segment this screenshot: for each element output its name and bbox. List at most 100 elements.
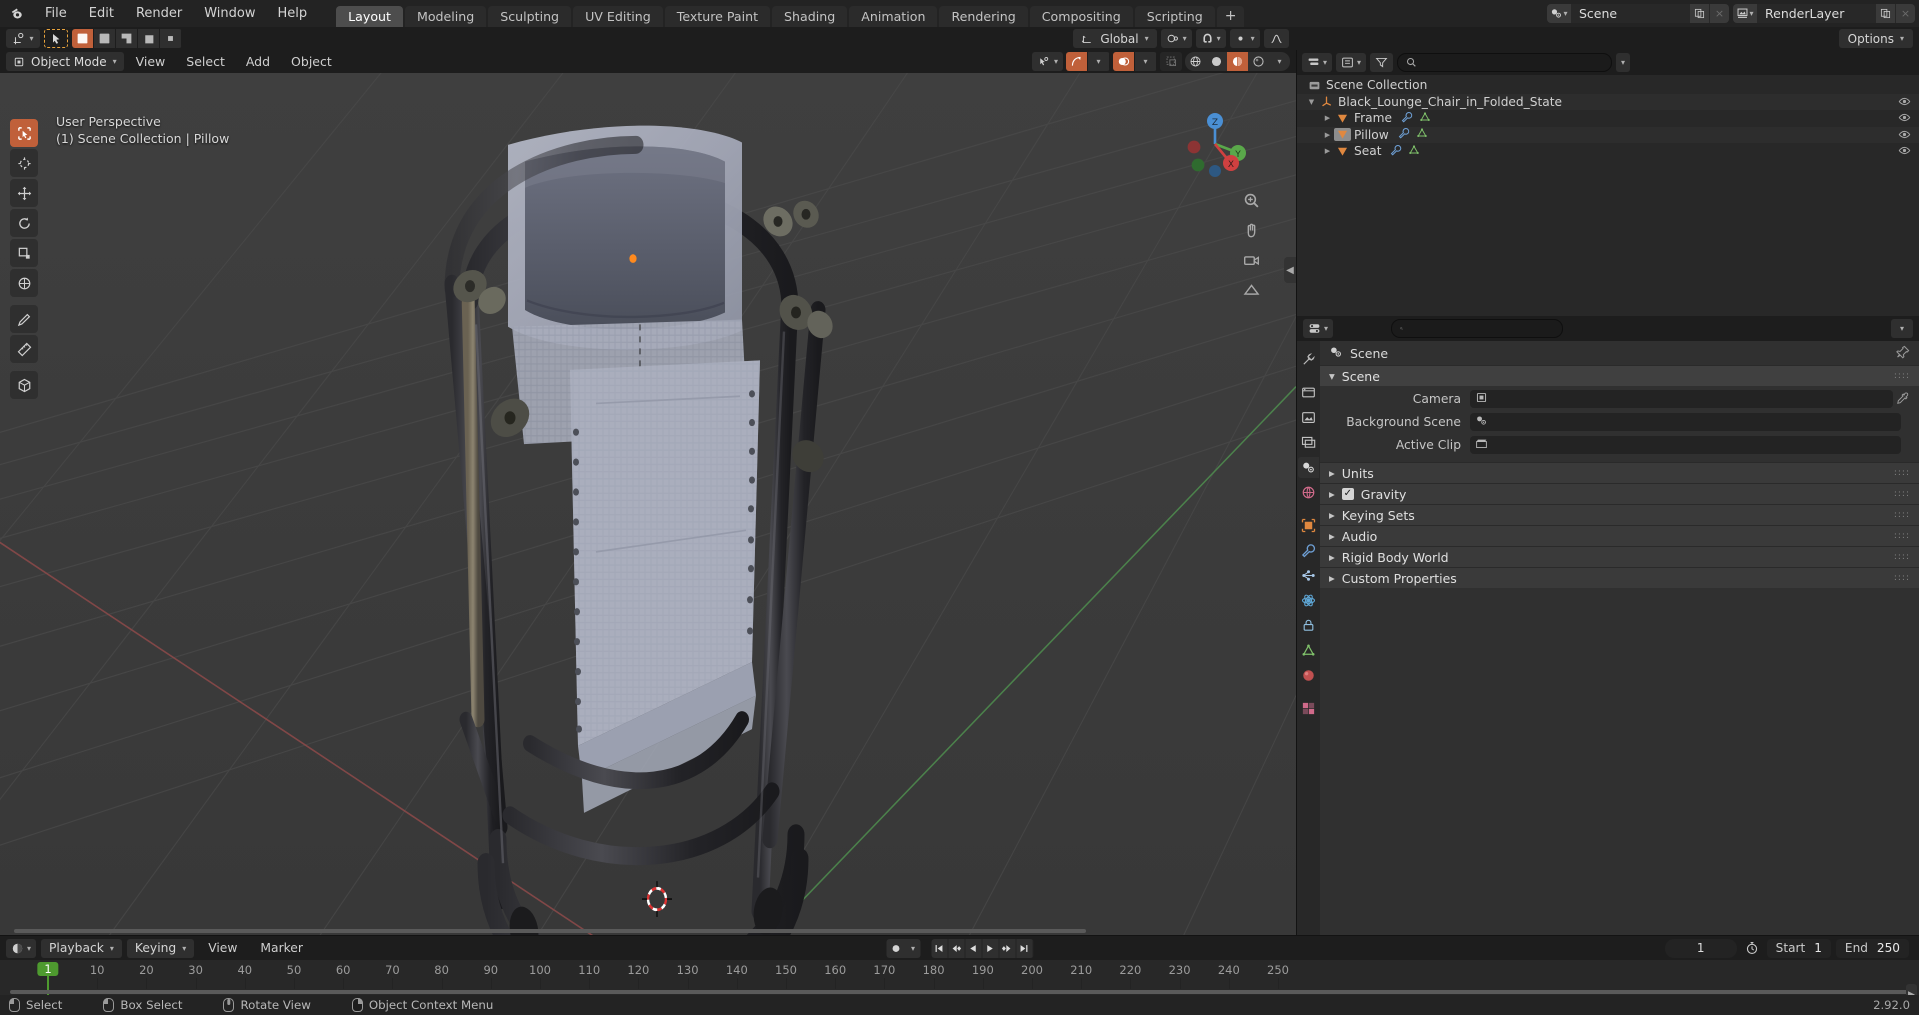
viewport-menu-object[interactable]: Object (282, 52, 341, 71)
jump-start-icon[interactable] (931, 938, 948, 958)
shading-rendered-icon[interactable] (1248, 52, 1269, 71)
tab-scene-icon[interactable] (1298, 457, 1319, 478)
tab-layout[interactable]: Layout (336, 6, 403, 27)
jump-end-icon[interactable] (1016, 938, 1033, 958)
rigid-body-world-panel-header[interactable]: ▶ Rigid Body World :::: (1320, 546, 1919, 567)
move-tool-icon[interactable] (10, 179, 38, 207)
viewlayer-name[interactable]: RenderLayer (1757, 4, 1875, 23)
shading-dropdown[interactable]: ▾ (1269, 52, 1290, 71)
tab-compositing[interactable]: Compositing (1029, 6, 1133, 27)
units-panel-header[interactable]: ▶ Units :::: (1320, 462, 1919, 483)
background-scene-input[interactable] (1470, 412, 1901, 431)
hand-pan-icon[interactable] (1240, 219, 1262, 241)
tab-rendering[interactable]: Rendering (939, 6, 1028, 27)
select-new-icon[interactable] (72, 29, 94, 48)
mesh-data-icon[interactable] (1416, 127, 1428, 142)
shading-solid-icon[interactable] (1206, 52, 1227, 71)
3d-viewport[interactable]: User Perspective (1) Scene Collection | … (0, 73, 1296, 935)
tab-physics-icon[interactable] (1298, 590, 1319, 611)
select-box-tool-icon[interactable] (10, 119, 38, 147)
tab-tool-icon[interactable] (1298, 349, 1319, 370)
expand-seat-toggle[interactable]: ▶ (1321, 147, 1334, 155)
outliner-filter-button[interactable] (1370, 53, 1394, 72)
tab-sculpting[interactable]: Sculpting (488, 6, 572, 27)
play-reverse-icon[interactable] (965, 938, 982, 958)
outliner-row-seat[interactable]: ▶ Seat (1297, 143, 1919, 160)
rotate-tool-icon[interactable] (10, 209, 38, 237)
play-icon[interactable] (982, 938, 999, 958)
proportional-editing-icon[interactable] (1263, 29, 1289, 48)
hide-seat-icon[interactable] (1898, 144, 1911, 160)
start-value[interactable]: 1 (1814, 941, 1822, 955)
tab-uv-editing[interactable]: UV Editing (573, 6, 663, 27)
xray-icon[interactable] (1160, 52, 1182, 71)
auto-keying-dropdown[interactable]: ▾ (906, 938, 920, 958)
navigation-gizmo[interactable]: Z Y X (1182, 111, 1248, 177)
menu-window[interactable]: Window (193, 0, 266, 27)
viewport-options-dropdown[interactable]: Options ▾ (1838, 29, 1913, 48)
menu-render[interactable]: Render (125, 0, 193, 27)
hide-frame-icon[interactable] (1898, 111, 1911, 127)
tab-animation[interactable]: Animation (849, 6, 938, 27)
expand-pillow-toggle[interactable]: ▶ (1321, 131, 1334, 139)
next-keyframe-icon[interactable] (999, 938, 1016, 958)
outliner-row-scene-collection[interactable]: Scene Collection (1297, 77, 1919, 94)
prev-keyframe-icon[interactable] (948, 938, 965, 958)
viewport-sidebar-toggle[interactable]: ◀ (1284, 257, 1296, 283)
gizmo-icon[interactable] (1066, 52, 1088, 71)
blender-logo-icon[interactable] (0, 0, 34, 27)
tab-material-icon[interactable] (1298, 665, 1319, 686)
shading-material-preview-icon[interactable] (1227, 52, 1248, 71)
modifier-wrench-icon[interactable] (1401, 111, 1413, 126)
properties-options-dropdown[interactable]: ▾ (1891, 319, 1913, 338)
properties-editor-type-button[interactable]: ▾ (1303, 319, 1334, 338)
frame-range-field[interactable]: Start 1 (1766, 938, 1831, 958)
snap-magnet-icon[interactable]: ▾ (1195, 29, 1226, 48)
outliner-row-chair[interactable]: ▼ Black_Lounge_Chair_in_Folded_State (1297, 93, 1919, 110)
tab-world-icon[interactable] (1298, 482, 1319, 503)
object-visibility-icon[interactable]: ▾ (1031, 52, 1063, 71)
select-invert-icon[interactable] (138, 29, 160, 48)
outliner-editor-type-button[interactable]: ▾ (1302, 53, 1333, 72)
current-frame-field[interactable]: 1 (1664, 938, 1737, 958)
tab-texture-icon[interactable] (1298, 698, 1319, 719)
keying-dropdown[interactable]: Keying ▾ (126, 938, 195, 958)
scale-tool-icon[interactable] (10, 239, 38, 267)
tab-scripting[interactable]: Scripting (1134, 6, 1215, 27)
active-clip-input[interactable] (1470, 435, 1901, 454)
camera-field-input[interactable] (1470, 389, 1893, 408)
overlays-dropdown[interactable]: ▾ (1135, 52, 1157, 71)
outliner-search-field[interactable] (1422, 55, 1604, 70)
timeline-menu-view[interactable]: View (199, 939, 246, 958)
annotate-tool-icon[interactable] (10, 305, 38, 333)
scene-panel-header[interactable]: ▼ Scene :::: (1320, 365, 1919, 386)
viewport-menu-add[interactable]: Add (237, 52, 279, 71)
expand-chair-toggle[interactable]: ▼ (1305, 98, 1318, 106)
keying-sets-panel-header[interactable]: ▶ Keying Sets :::: (1320, 504, 1919, 525)
viewlayer-datablock[interactable]: ▾ RenderLayer × (1733, 4, 1915, 23)
menu-file[interactable]: File (34, 0, 78, 27)
tab-object-icon[interactable] (1298, 515, 1319, 536)
properties-search-field[interactable] (1408, 321, 1555, 336)
perspective-toggle-icon[interactable] (1240, 279, 1262, 301)
outliner-row-pillow[interactable]: ▶ Pillow (1297, 126, 1919, 143)
viewport-horizontal-scrollbar[interactable] (14, 929, 1086, 933)
unlink-scene-button[interactable]: × (1710, 4, 1729, 23)
mesh-data-icon[interactable] (1408, 144, 1420, 159)
camera-icon[interactable] (1240, 249, 1262, 271)
tab-particles-icon[interactable] (1298, 565, 1319, 586)
end-value[interactable]: 250 (1877, 941, 1900, 955)
overlays-icon[interactable] (1113, 52, 1135, 71)
tab-constraints-icon[interactable] (1298, 615, 1319, 636)
timeline-scrollbar[interactable] (10, 990, 1909, 994)
viewport-menu-select[interactable]: Select (177, 52, 234, 71)
zoom-icon[interactable] (1240, 189, 1262, 211)
gravity-panel-header[interactable]: ▶ ✓ Gravity :::: (1320, 483, 1919, 504)
snap-target-dropdown[interactable]: ▾ (1229, 29, 1260, 48)
scene-datablock[interactable]: ▾ Scene × (1547, 4, 1729, 23)
add-workspace-button[interactable]: + (1216, 6, 1245, 27)
modifier-wrench-icon[interactable] (1398, 127, 1410, 142)
select-intersect-icon[interactable] (160, 29, 182, 48)
tab-data-icon[interactable] (1298, 640, 1319, 661)
modifier-wrench-icon[interactable] (1390, 144, 1402, 159)
